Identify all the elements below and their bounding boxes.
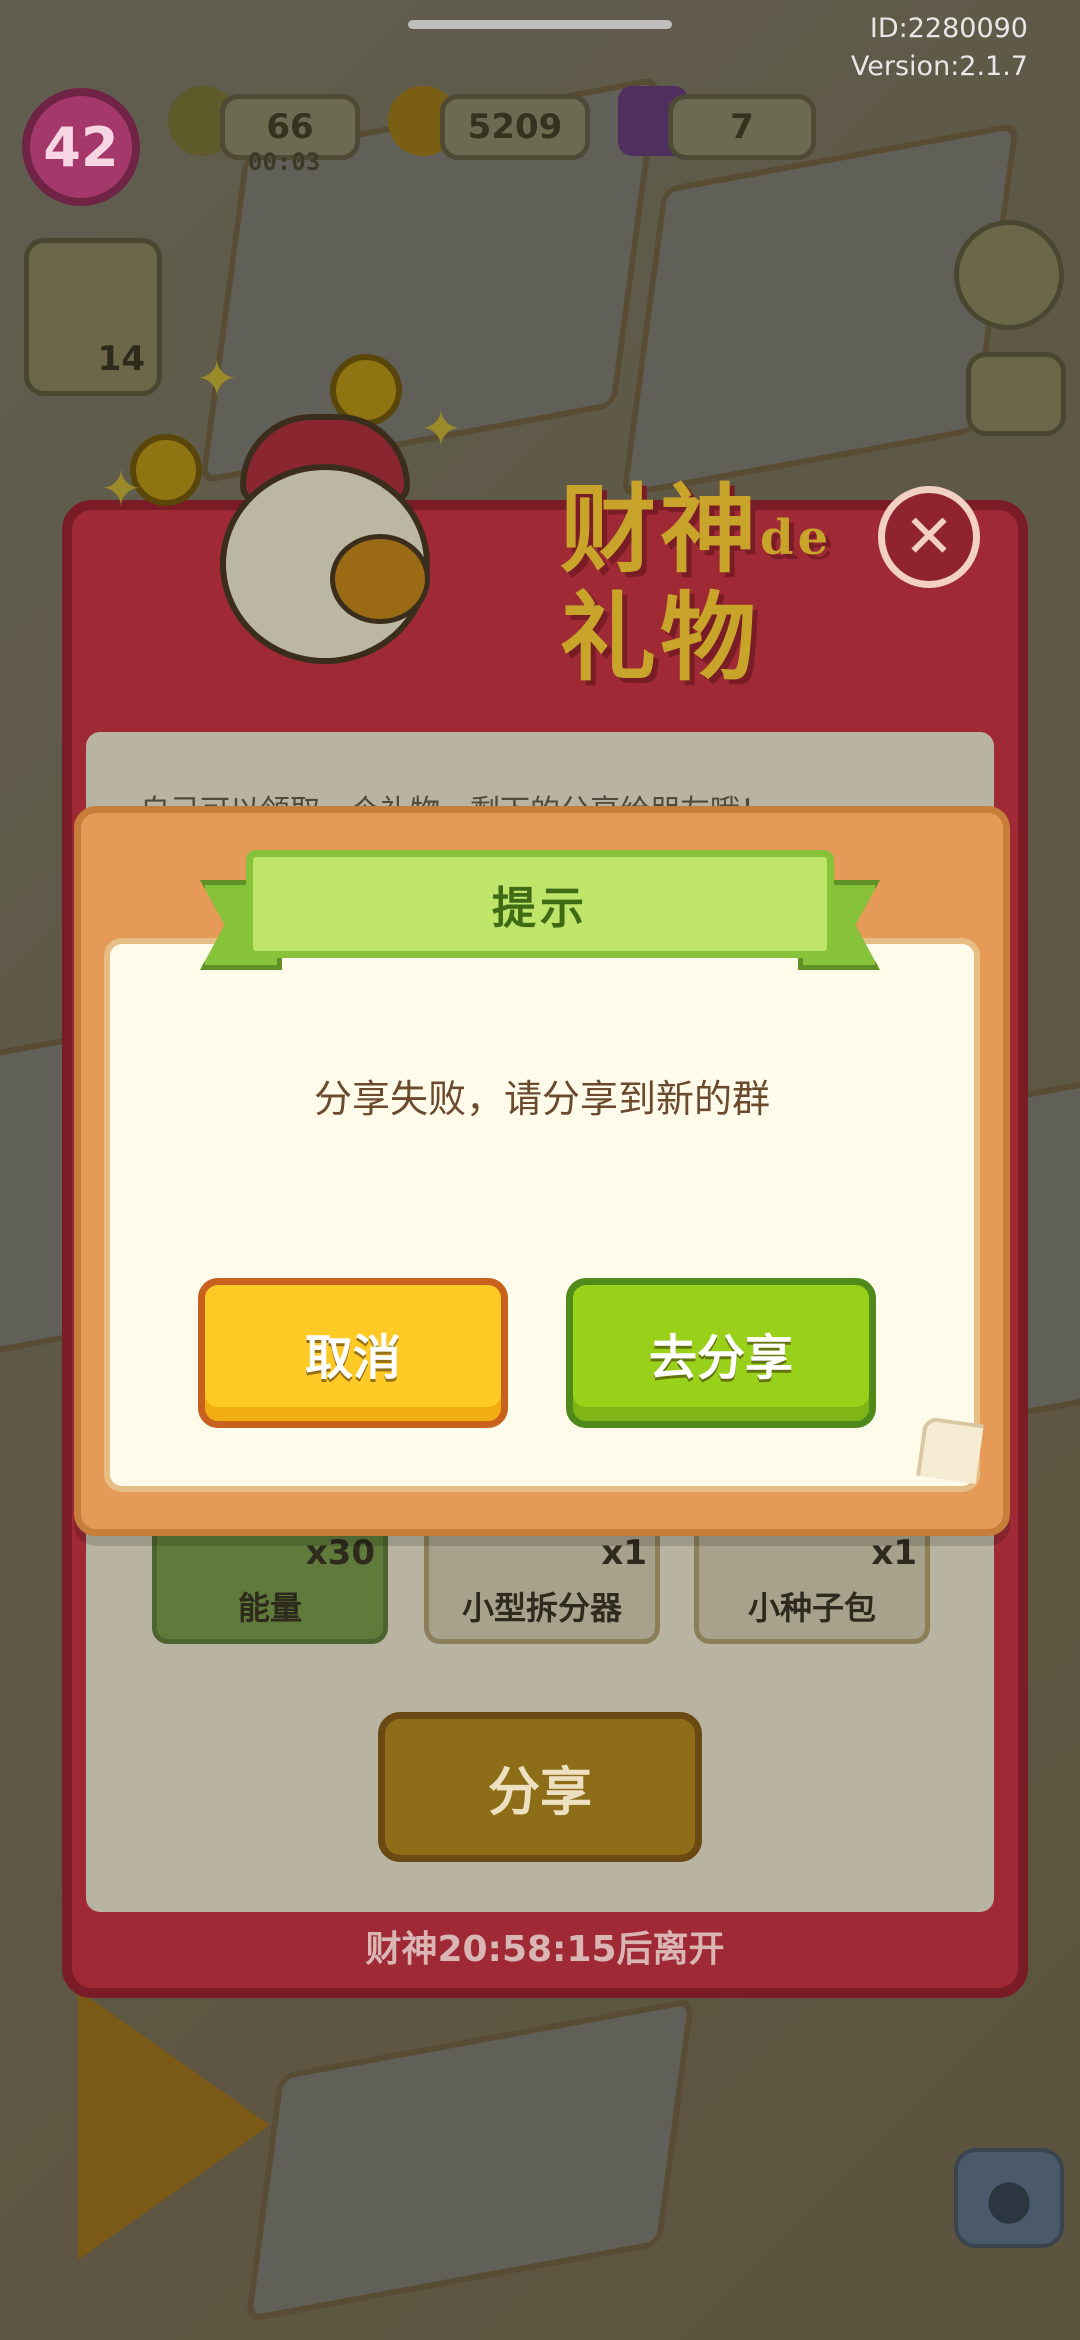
quest-badge: 14 [97,339,145,379]
gift-title-line2: 礼物 [560,581,760,695]
gift-departure-timer: 财神20:58:15后离开 [365,1929,725,1970]
item-count: x1 [871,1533,917,1573]
build-info: ID:2280090 Version:2.1.7 [851,10,1028,86]
sparkle-icon: ✦ [196,350,238,408]
sparkle-icon: ✦ [100,460,142,518]
item-label: 小型拆分器 [461,1589,622,1627]
coin-counter[interactable]: 5209 [440,94,590,160]
paper-fold-decoration [916,1416,984,1484]
settings-gear-icon[interactable] [954,220,1064,330]
reward-item-energy[interactable]: x30 能量 [152,1520,388,1644]
build-version: Version:2.1.7 [850,51,1028,82]
energy-timer: 00:03 [248,148,321,176]
gift-close-button[interactable]: ✕ [878,486,980,588]
item-label: 能量 [237,1589,302,1627]
cancel-button[interactable]: 取消 [198,1278,508,1428]
share-button[interactable]: 分享 [378,1712,702,1862]
reward-item-splitter[interactable]: x1 小型拆分器 [424,1520,660,1644]
dialog-title-ribbon: 提示 [246,850,834,958]
mascot-beak [330,534,430,624]
item-count: x1 [601,1533,647,1573]
gift-title: 财神de 礼物 [560,480,832,688]
quest-button[interactable]: 14 [24,238,162,396]
item-label: 小种子包 [747,1589,876,1627]
gift-title-line1: 财神 [560,473,760,586]
item-count: x30 [305,1533,375,1573]
dialog-message: 分享失败，请分享到新的群 [313,1077,770,1121]
gem-counter[interactable]: 7 [668,94,816,160]
player-level-badge[interactable]: 42 [22,88,140,206]
sparkle-icon: ✦ [420,400,462,458]
system-gesture-bar [408,20,672,29]
dialog-title: 提示 [492,883,588,934]
camera-icon[interactable]: ● [954,2148,1064,2248]
build-id: ID:2280090 [869,13,1028,44]
reward-item-seed-pack[interactable]: x1 小种子包 [694,1520,930,1644]
go-share-button[interactable]: 去分享 [566,1278,876,1428]
mail-icon[interactable] [966,352,1066,436]
gift-title-de: de [760,510,833,567]
